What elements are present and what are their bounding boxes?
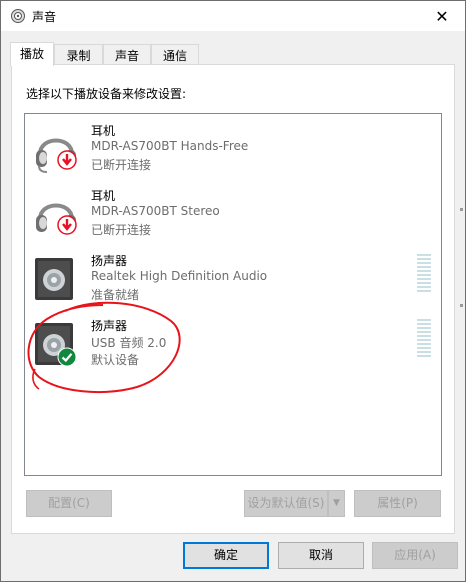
device-status: 已断开连接 bbox=[91, 223, 152, 237]
device-name: 耳机 bbox=[91, 189, 116, 203]
device-name: 扬声器 bbox=[91, 254, 128, 268]
window-title: 声音 bbox=[32, 10, 57, 24]
speaker-app-icon bbox=[11, 9, 25, 23]
disconnected-arrow-icon bbox=[57, 150, 77, 170]
ok-button[interactable]: 确定 bbox=[183, 542, 269, 569]
list-item-headset-stereo[interactable]: 耳机 MDR-AS700BT Stereo 已断开连接 bbox=[25, 181, 441, 245]
device-model: MDR-AS700BT Stereo bbox=[91, 204, 220, 218]
volume-meter bbox=[417, 319, 431, 359]
speaker-icon bbox=[35, 258, 73, 300]
device-name: 耳机 bbox=[91, 124, 116, 138]
edge-mark bbox=[460, 208, 463, 211]
properties-button[interactable]: 属性(P) bbox=[354, 490, 441, 517]
device-model: MDR-AS700BT Hands-Free bbox=[91, 139, 249, 153]
close-button[interactable]: ✕ bbox=[419, 1, 465, 31]
device-model: USB 音频 2.0 bbox=[91, 336, 167, 350]
device-list[interactable]: 耳机 MDR-AS700BT Hands-Free 已断开连接 耳机 MDR-A… bbox=[24, 113, 442, 476]
set-default-dropdown[interactable]: ▼ bbox=[328, 490, 345, 517]
cancel-button[interactable]: 取消 bbox=[278, 542, 364, 569]
tab-recording[interactable]: 录制 bbox=[54, 44, 103, 65]
title-bar: 声音 ✕ bbox=[1, 1, 465, 31]
sound-dialog: 声音 ✕ 播放 录制 声音 通信 选择以下播放设备来修改设置: 耳机 MDR-A… bbox=[0, 0, 466, 582]
list-item-speaker-realtek[interactable]: 扬声器 Realtek High Definition Audio 准备就绪 bbox=[25, 246, 441, 310]
apply-button[interactable]: 应用(A) bbox=[372, 542, 458, 569]
device-name: 扬声器 bbox=[91, 319, 128, 333]
tab-communications[interactable]: 通信 bbox=[151, 44, 199, 65]
chevron-down-icon: ▼ bbox=[333, 498, 340, 508]
list-item-headset-handsfree[interactable]: 耳机 MDR-AS700BT Hands-Free 已断开连接 bbox=[25, 116, 441, 180]
tab-playback[interactable]: 播放 bbox=[10, 42, 54, 66]
list-item-speaker-usb[interactable]: 扬声器 USB 音频 2.0 默认设备 bbox=[25, 311, 441, 375]
default-check-icon bbox=[57, 347, 77, 367]
device-status: 默认设备 bbox=[91, 353, 140, 367]
device-status: 已断开连接 bbox=[91, 158, 152, 172]
volume-meter bbox=[417, 254, 431, 294]
playback-panel: 选择以下播放设备来修改设置: 耳机 MDR-AS700BT Hands-Free… bbox=[11, 64, 455, 534]
configure-button[interactable]: 配置(C) bbox=[26, 490, 112, 517]
set-default-button[interactable]: 设为默认值(S) bbox=[244, 490, 328, 517]
instruction-text: 选择以下播放设备来修改设置: bbox=[26, 87, 187, 101]
device-status: 准备就绪 bbox=[91, 288, 140, 302]
tab-sounds[interactable]: 声音 bbox=[103, 44, 151, 65]
disconnected-arrow-icon bbox=[57, 215, 77, 235]
edge-mark bbox=[460, 304, 463, 307]
device-model: Realtek High Definition Audio bbox=[91, 269, 268, 283]
close-icon: ✕ bbox=[435, 6, 449, 26]
